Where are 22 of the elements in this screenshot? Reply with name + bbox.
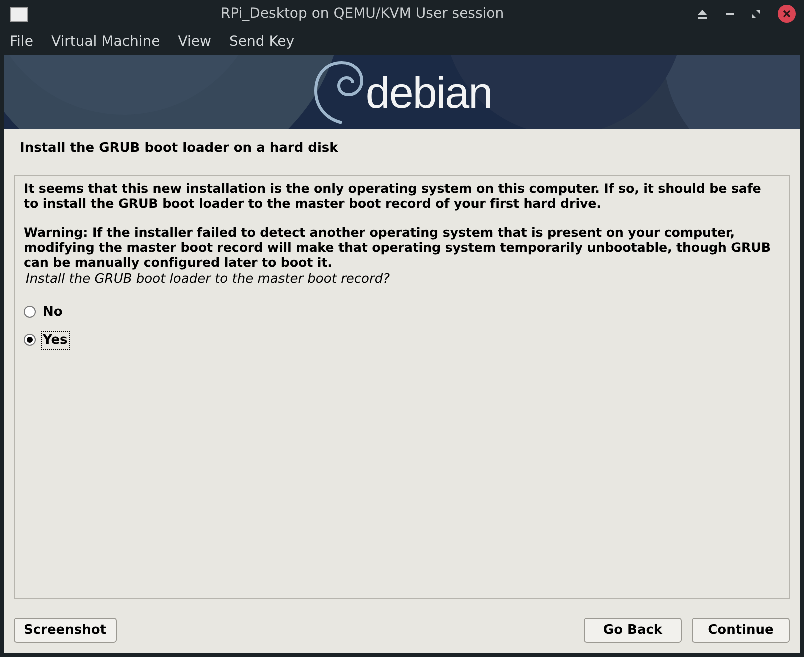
option-label[interactable]: Yes (42, 332, 69, 348)
question-text: Install the GRUB boot loader to the master boot record? (26, 272, 392, 288)
eject-icon[interactable] (697, 10, 708, 18)
menu-item[interactable]: Send Key (229, 34, 295, 50)
paragraph: Warning: If the installer failed to detect another operating system that is present on your computer, modifying the master boot record will make that operating system temporarily unbootable, though GRUB can be manually configured later to boot it. (24, 225, 772, 270)
radio-button[interactable] (24, 306, 36, 318)
menu-item[interactable]: Virtual Machine (51, 34, 160, 50)
radio-button[interactable] (24, 334, 36, 346)
window-title: RPi_Desktop on QEMU/KVM User session (220, 6, 506, 22)
continue-button[interactable]: Continue (692, 618, 790, 643)
back-button[interactable]: Go Back (584, 618, 682, 643)
menu-item[interactable]: File (10, 34, 34, 50)
app-icon (10, 6, 28, 22)
screenshot-button[interactable]: Screenshot (14, 618, 117, 643)
swirl-logo-icon (312, 59, 364, 125)
restore-icon[interactable] (752, 10, 760, 18)
debian-logo-text: debian (366, 69, 492, 119)
menu-item[interactable]: View (178, 34, 212, 50)
page-heading: Install the GRUB boot loader on a hard disk (20, 141, 340, 157)
close-icon[interactable] (778, 5, 796, 23)
option-label[interactable]: No (42, 304, 64, 320)
paragraph: It seems that this new installation is the only operating system on this computer. If so, it should be safe to install the GRUB boot loader to the master boot record of your first hard drive. (24, 181, 762, 211)
